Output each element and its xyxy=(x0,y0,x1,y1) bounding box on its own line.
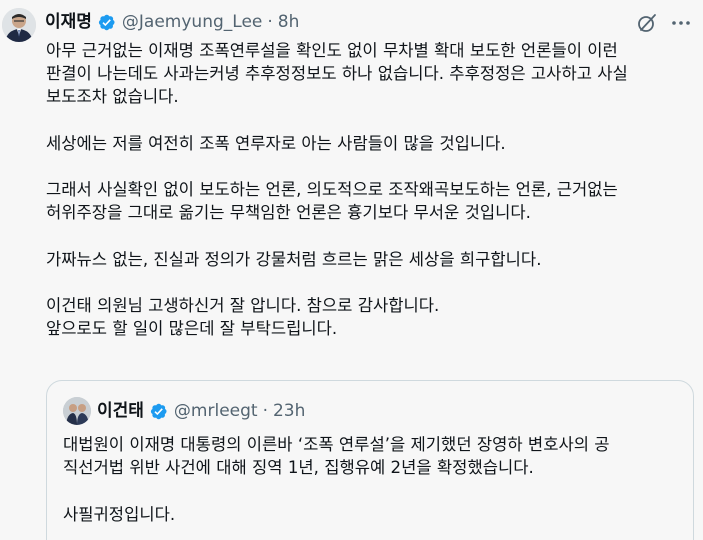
tweet-paragraph: 그래서 사실확인 없이 보도하는 언론, 의도적으로 조작왜곡보도하는 언론, … xyxy=(46,180,618,223)
tweet-paragraph: 가짜뉴스 없는, 진실과 정의가 강물처럼 흐르는 맑은 세상을 희구합니다. xyxy=(46,249,542,269)
tweet[interactable]: 이재명 @Jaemyung_Lee · 8h 아무 근거없는 이재명 조폭연루설… xyxy=(0,0,703,540)
quoted-avatar xyxy=(63,397,91,425)
grok-icon[interactable] xyxy=(636,12,658,34)
avatar[interactable] xyxy=(2,8,36,42)
verified-badge-icon xyxy=(97,13,116,32)
quoted-header: 이건태 @mrleegt · 23h xyxy=(97,400,305,422)
separator-dot: · xyxy=(267,12,273,32)
quoted-paragraph: 대법원이 이재명 대통령의 이른바 ‘조폭 연루설’을 제기했던 장영하 변호사… xyxy=(63,435,610,478)
quoted-text: 대법원이 이재명 대통령의 이른바 ‘조폭 연루설’을 제기했던 장영하 변호사… xyxy=(63,433,683,540)
tweet-text: 아무 근거없는 이재명 조폭연루설을 확인도 없이 무차별 확대 보도한 언론들… xyxy=(46,39,696,364)
quoted-timestamp[interactable]: 23h xyxy=(273,400,305,422)
more-icon[interactable] xyxy=(670,12,692,34)
author-name[interactable]: 이재명 xyxy=(45,11,92,33)
quoted-author-name[interactable]: 이건태 xyxy=(97,400,144,422)
tweet-paragraph: 이건태 의원님 고생하신거 잘 압니다. 참으로 감사합니다. 앞으로도 할 일… xyxy=(46,296,440,339)
author-handle[interactable]: @Jaemyung_Lee xyxy=(122,11,262,33)
tweet-paragraph: 아무 근거없는 이재명 조폭연루설을 확인도 없이 무차별 확대 보도한 언론들… xyxy=(46,41,628,107)
separator-dot: · xyxy=(262,401,268,421)
quoted-paragraph: 사필귀정입니다. xyxy=(63,504,176,524)
quoted-author-handle[interactable]: @mrleegt xyxy=(174,400,258,422)
tweet-header: 이재명 @Jaemyung_Lee · 8h xyxy=(45,11,299,33)
tweet-paragraph: 세상에는 저를 여전히 조폭 연루자로 아는 사람들이 많을 것입니다. xyxy=(46,133,506,153)
timestamp[interactable]: 8h xyxy=(278,11,300,33)
verified-badge-icon xyxy=(149,402,168,421)
quoted-tweet[interactable]: 이건태 @mrleegt · 23h 대법원이 이재명 대통령의 이른바 ‘조폭… xyxy=(46,380,694,540)
